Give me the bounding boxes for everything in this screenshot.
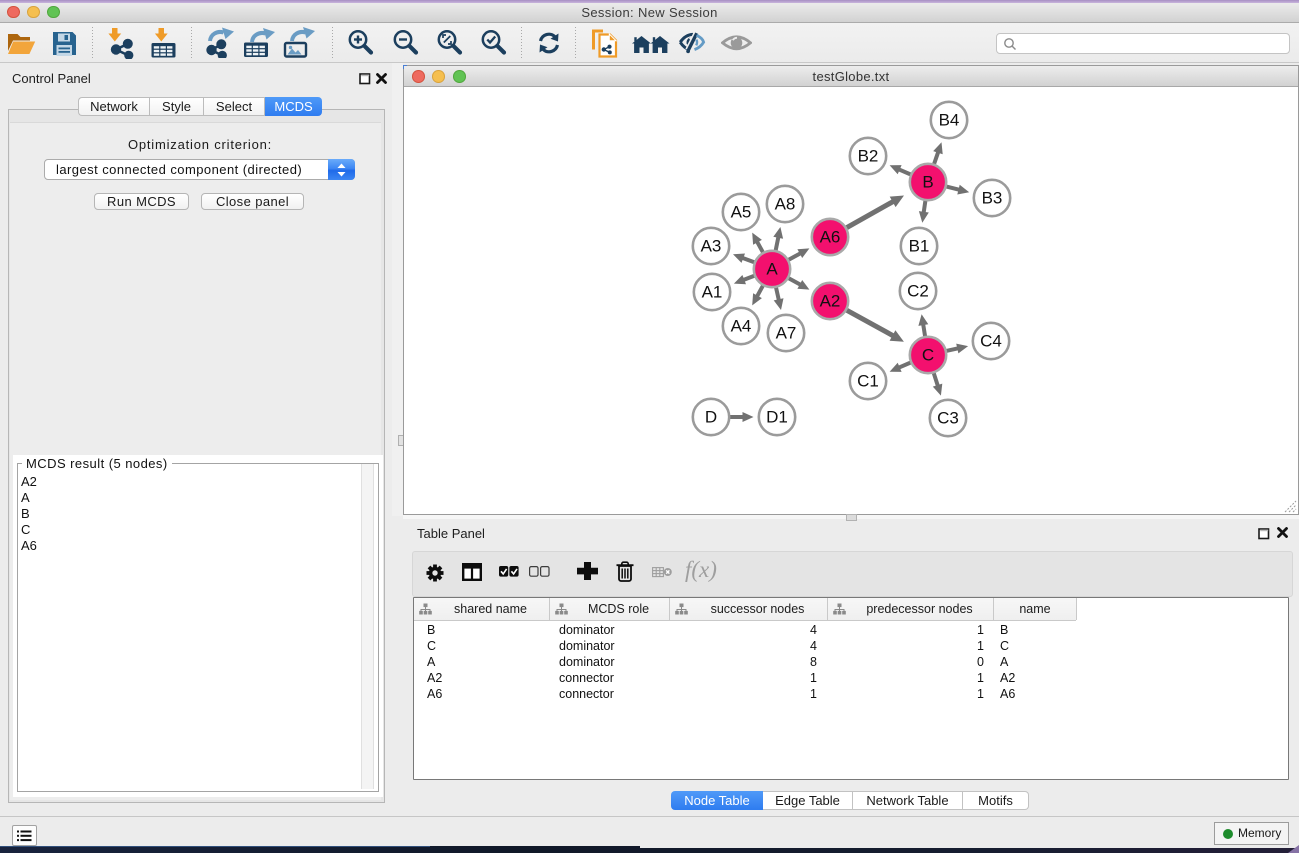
svg-text:A8: A8 bbox=[775, 195, 796, 214]
svg-text:C4: C4 bbox=[980, 332, 1002, 351]
svg-text:A4: A4 bbox=[731, 317, 752, 336]
svg-text:D1: D1 bbox=[766, 408, 788, 427]
svg-text:A7: A7 bbox=[776, 324, 797, 343]
svg-text:C3: C3 bbox=[937, 409, 959, 428]
svg-text:C2: C2 bbox=[907, 282, 929, 301]
svg-text:B1: B1 bbox=[909, 237, 930, 256]
svg-text:B2: B2 bbox=[858, 147, 879, 166]
svg-text:A6: A6 bbox=[820, 228, 841, 247]
svg-text:B3: B3 bbox=[982, 189, 1003, 208]
svg-text:A5: A5 bbox=[731, 203, 752, 222]
svg-text:A: A bbox=[766, 260, 778, 279]
svg-text:A2: A2 bbox=[820, 292, 841, 311]
svg-text:D: D bbox=[705, 408, 717, 427]
svg-text:C1: C1 bbox=[857, 372, 879, 391]
svg-text:A3: A3 bbox=[701, 237, 722, 256]
svg-text:C: C bbox=[922, 346, 934, 365]
svg-text:A1: A1 bbox=[702, 283, 723, 302]
svg-text:B4: B4 bbox=[939, 111, 960, 130]
svg-text:B: B bbox=[922, 173, 933, 192]
